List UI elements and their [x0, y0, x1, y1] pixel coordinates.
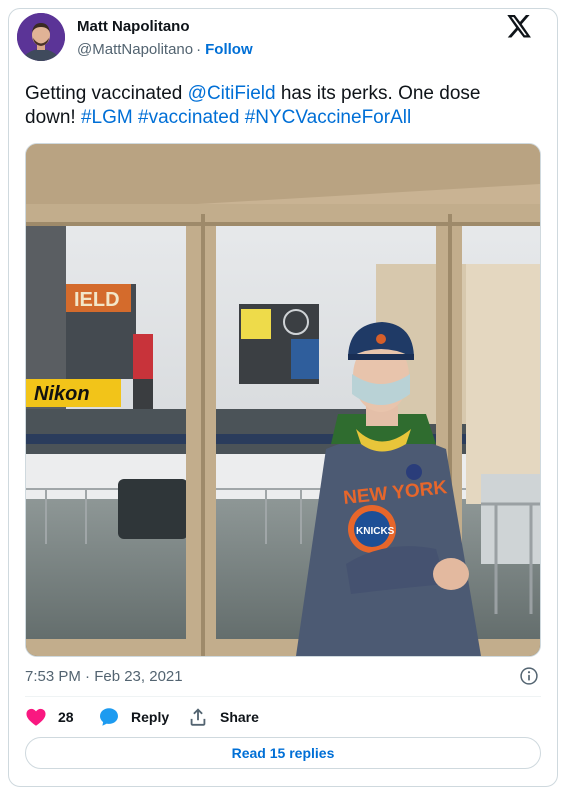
follow-link[interactable]: Follow	[205, 41, 253, 58]
handle-row: @MattNapolitano · Follow	[77, 41, 253, 58]
avatar[interactable]	[17, 13, 65, 61]
separator-dot: ·	[196, 41, 202, 58]
field-sign-text: IELD	[74, 289, 120, 311]
reply-bubble-icon	[100, 708, 118, 726]
author-name[interactable]: Matt Napolitano	[77, 18, 190, 35]
hashtag-link[interactable]: #NYCVaccineForAll	[245, 107, 411, 128]
reply-button[interactable]: Reply	[98, 705, 169, 729]
x-logo-icon[interactable]	[507, 15, 532, 38]
hashtag-link[interactable]: #LGM	[81, 107, 133, 128]
nikon-sign-text: Nikon	[34, 383, 90, 405]
share-label: Share	[220, 709, 259, 725]
author-handle[interactable]: @MattNapolitano	[77, 41, 193, 58]
avatar-image	[17, 13, 65, 61]
divider	[25, 696, 541, 697]
photo-image: Nikon IELD NEW YORK KNICKS	[26, 144, 540, 656]
tweet-header: Matt Napolitano @MattNapolitano · Follow	[17, 13, 532, 63]
heart-icon	[26, 708, 46, 726]
tweet-timestamp[interactable]: 7:53 PM · Feb 23, 2021	[25, 668, 183, 685]
like-count: 28	[58, 709, 74, 725]
read-replies-button[interactable]: Read 15 replies	[25, 737, 541, 769]
like-button[interactable]: 28	[25, 705, 74, 729]
shirt-logo-text: KNICKS	[356, 526, 395, 537]
share-button[interactable]: Share	[187, 705, 259, 729]
share-icon	[190, 708, 206, 726]
mention-link[interactable]: @CitiField	[188, 83, 276, 104]
info-icon[interactable]	[519, 666, 539, 686]
hashtag-link[interactable]: #vaccinated	[138, 107, 239, 128]
reply-label: Reply	[131, 709, 170, 725]
tweet-text: Getting vaccinated @CitiField has its pe…	[25, 82, 525, 130]
tweet-text-segment: Getting vaccinated	[25, 83, 188, 104]
tweet-photo[interactable]: Nikon IELD NEW YORK KNICKS	[25, 143, 541, 657]
